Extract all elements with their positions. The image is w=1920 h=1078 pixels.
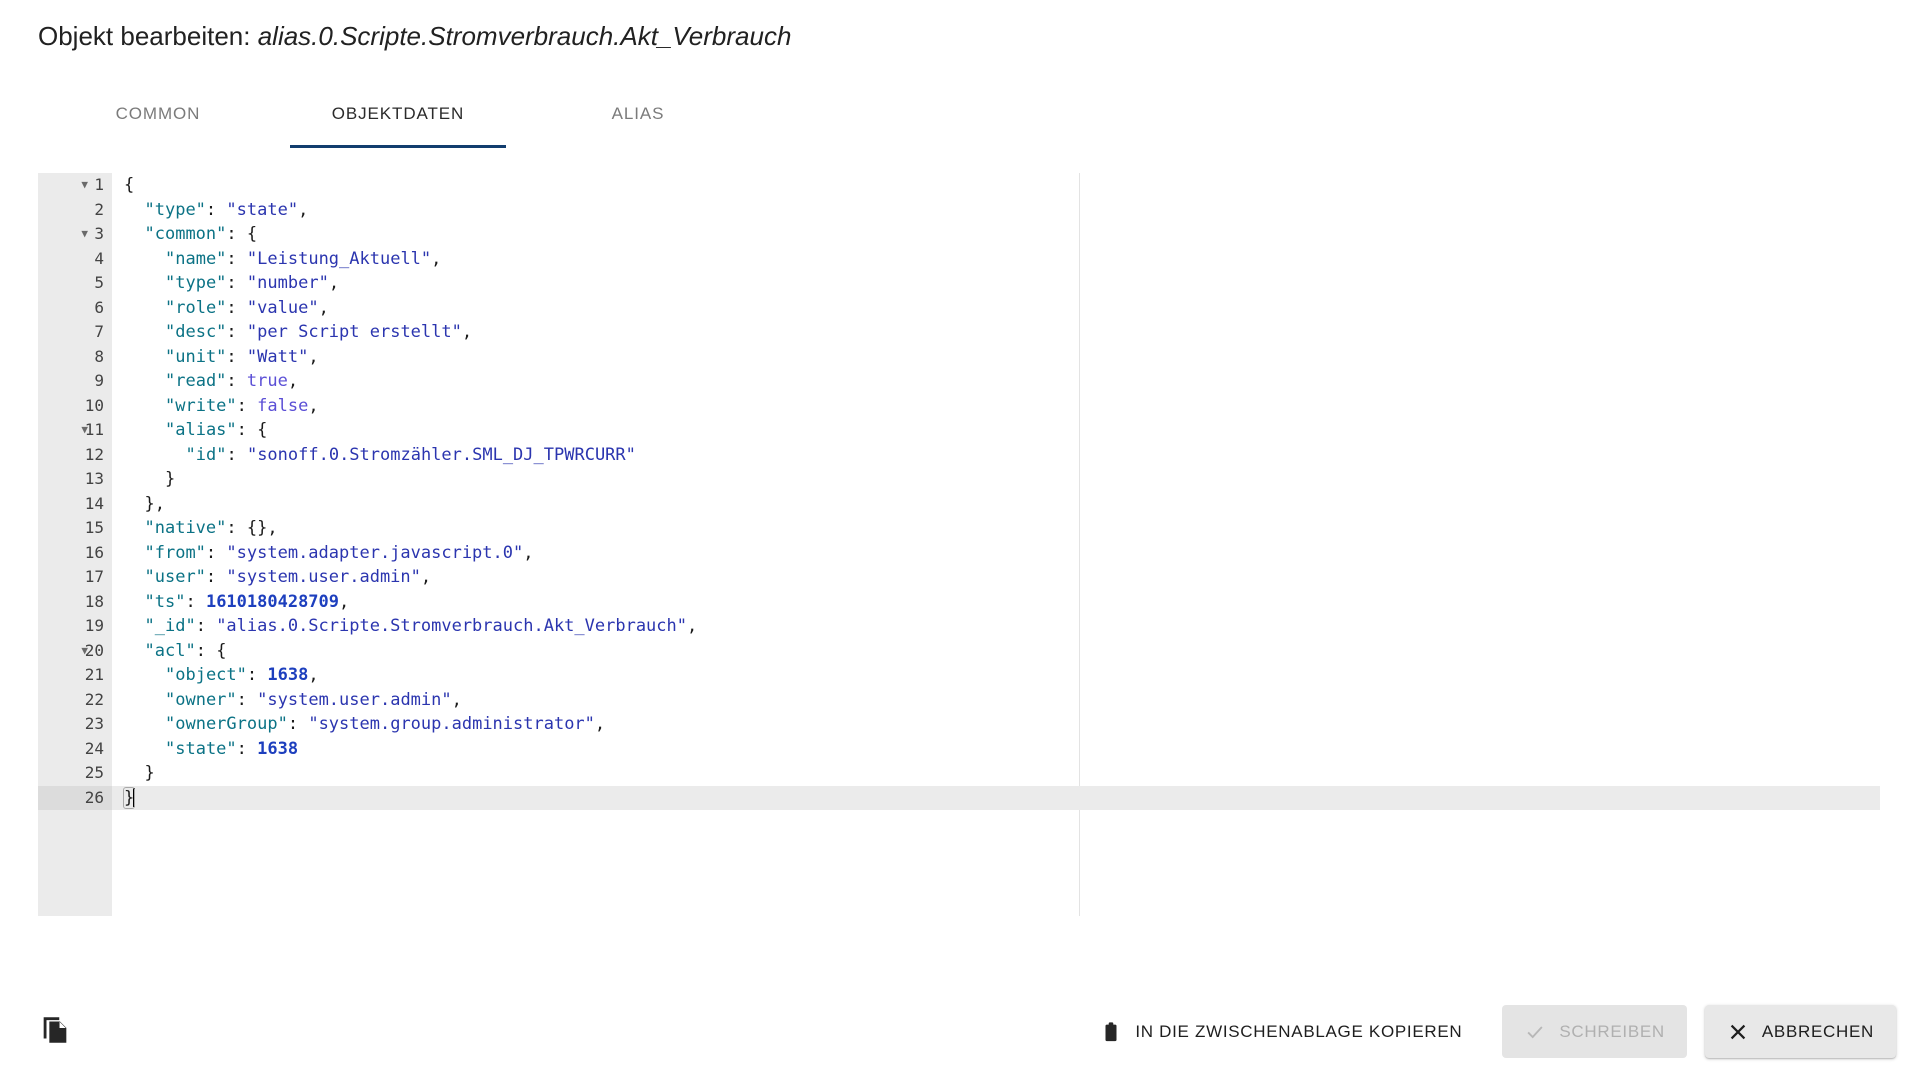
duplicate-object-button[interactable] [30,1006,80,1056]
copy-to-clipboard-label: IN DIE ZWISCHENABLAGE KOPIEREN [1135,1021,1463,1041]
code-line[interactable]: "object": 1638, [112,663,1880,688]
code-line[interactable]: "user": "system.user.admin", [112,565,1880,590]
code-line[interactable]: "id": "sonoff.0.Stromzähler.SML_DJ_TPWRC… [112,443,1880,468]
code-line[interactable]: "unit": "Watt", [112,345,1880,370]
tab-objektdaten[interactable]: OBJEKTDATEN [278,84,518,148]
code-line[interactable]: "native": {}, [112,516,1880,541]
code-line[interactable]: } [112,467,1880,492]
code-line[interactable]: "type": "state", [112,198,1880,223]
code-line[interactable]: "acl": { [112,639,1880,664]
gutter-line-number: 17 [84,567,104,586]
tab-common-label: COMMON [115,104,201,123]
fold-toggle-icon[interactable]: ▼ [81,222,88,247]
code-line[interactable]: "ownerGroup": "system.group.administrato… [112,712,1880,737]
code-line[interactable]: }, [112,492,1880,517]
gutter-line-number: 10 [84,395,104,415]
code-line[interactable]: "_id": "alias.0.Scripte.Stromverbrauch.A… [112,614,1880,639]
code-line[interactable]: "read": true, [112,369,1880,394]
cancel-button[interactable]: ABBRECHEN [1704,1005,1896,1058]
copy-documents-icon [38,1013,72,1050]
gutter-line-number: 13 [84,469,104,488]
page-title-prefix: Objekt bearbeiten: [38,21,251,51]
code-line[interactable]: } [112,761,1880,786]
code-line[interactable]: } [112,785,1880,810]
code-line[interactable]: "desc": "per Script erstellt", [112,320,1880,345]
write-label: SCHREIBEN [1559,1021,1665,1041]
gutter-line-number: 15 [84,518,104,537]
gutter-line-number: 22 [84,689,104,709]
gutter-line-number: 11 ▼ [38,418,112,443]
gutter-line-number: 24 [84,738,104,758]
fold-toggle-icon[interactable]: ▼ [81,639,88,664]
gutter-line-number: 3 ▼ [38,222,112,247]
clipboard-icon [1100,1021,1122,1043]
gutter-line-number: 6 [94,297,104,317]
dialog-footer: IN DIE ZWISCHENABLAGE KOPIEREN SCHREIBEN… [0,982,1920,1078]
tab-bar: COMMON OBJEKTDATEN ALIAS [38,84,758,148]
code-line[interactable]: "role": "value", [112,296,1880,321]
tab-alias-label: ALIAS [611,104,665,123]
code-line[interactable]: "type": "number", [112,271,1880,296]
tab-objektdaten-label: OBJEKTDATEN [331,104,465,123]
gutter-line-number: 26 [38,785,112,810]
tab-common[interactable]: COMMON [38,84,278,148]
gutter-line-number: 21 [84,665,104,684]
code-line[interactable]: { [112,173,1880,198]
code-line[interactable]: "alias": { [112,418,1880,443]
code-line[interactable]: "owner": "system.user.admin", [112,688,1880,713]
code-line[interactable]: "write": false, [112,394,1880,419]
cancel-label: ABBRECHEN [1761,1021,1874,1041]
gutter-line-number: 19 [84,616,104,635]
write-button[interactable]: SCHREIBEN [1502,1005,1687,1058]
gutter-line-number: 1 ▼ [38,173,112,198]
gutter-line-number: 20 ▼ [38,639,112,664]
tab-alias[interactable]: ALIAS [518,84,758,148]
code-line[interactable]: "state": 1638 [112,737,1880,762]
page-title-object-path: alias.0.Scripte.Stromverbrauch.Akt_Verbr… [257,21,792,51]
gutter-line-number: 2 [94,199,104,219]
gutter-line-number: 18 [84,591,104,611]
gutter-line-number: 14 [84,493,104,513]
editor-gutter: 1 ▼ 2 3 ▼ 4 5 6 7 8 9 10 11 ▼ 12 13 14 15 16 17 18 19 20 ▼ 21 22 2… [38,173,112,916]
gutter-line-number: 12 [84,444,104,464]
code-line[interactable]: "ts": 1610180428709, [112,590,1880,615]
close-icon [1727,1021,1749,1043]
gutter-line-number: 8 [94,346,104,366]
gutter-line-number: 4 [94,248,104,268]
code-line[interactable]: "common": { [112,222,1880,247]
gutter-line-number: 7 [94,322,104,341]
fold-toggle-icon[interactable]: ▼ [81,418,88,443]
json-editor[interactable]: 1 ▼ 2 3 ▼ 4 5 6 7 8 9 10 11 ▼ 12 13 14 15 16 17 18 19 20 ▼ 21 22 2… [38,173,1880,916]
gutter-line-number: 16 [84,542,104,562]
gutter-line-number: 23 [84,714,104,733]
code-line[interactable]: "name": "Leistung_Aktuell", [112,247,1880,272]
gutter-line-number: 5 [94,273,104,292]
footer-action-buttons: IN DIE ZWISCHENABLAGE KOPIEREN SCHREIBEN… [1078,1005,1896,1058]
page-title: Objekt bearbeiten: alias.0.Scripte.Strom… [38,20,791,52]
editor-code-area[interactable]: { "type": "state", "common": { "name": "… [112,173,1880,916]
code-line[interactable]: "from": "system.adapter.javascript.0", [112,541,1880,566]
gutter-line-number: 25 [84,763,104,782]
check-icon [1524,1021,1546,1043]
fold-toggle-icon[interactable]: ▼ [81,173,88,198]
gutter-line-number: 9 [94,371,104,390]
copy-to-clipboard-button[interactable]: IN DIE ZWISCHENABLAGE KOPIEREN [1078,1005,1484,1058]
editor-lines[interactable]: { "type": "state", "common": { "name": "… [112,173,1880,810]
